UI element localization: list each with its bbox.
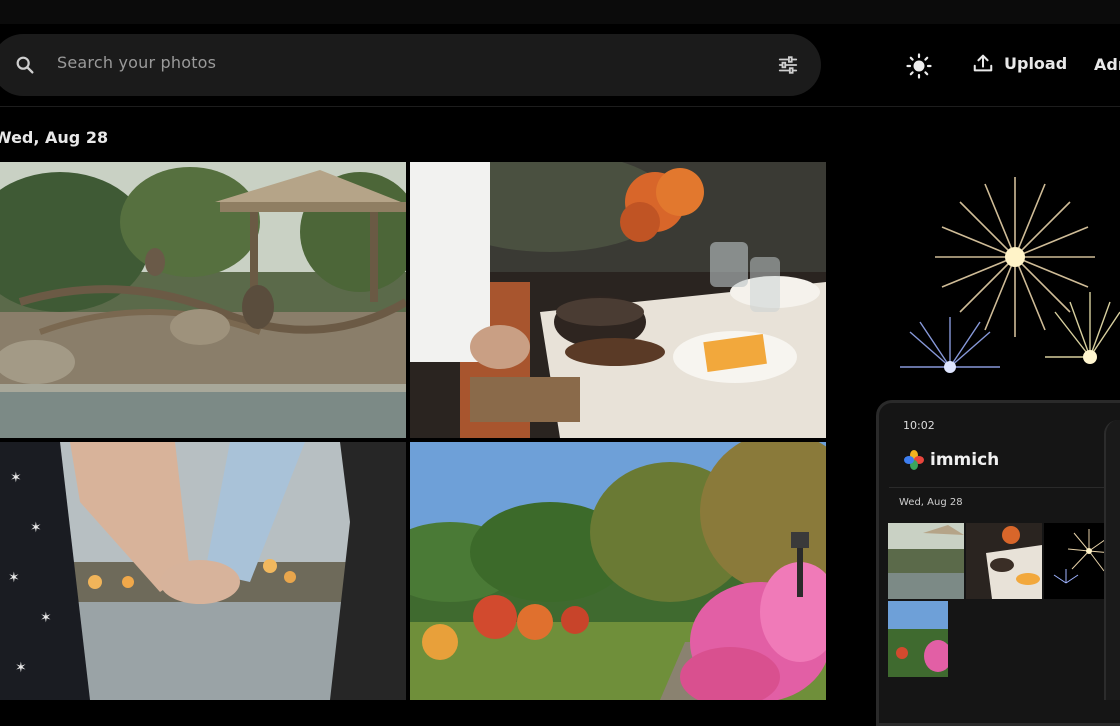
search-input[interactable]: Search your photos	[57, 53, 216, 72]
date-group-label: Wed, Aug 28	[0, 128, 109, 147]
svg-text:✶: ✶	[8, 570, 20, 586]
photo-zoo-image	[0, 162, 406, 438]
photo-tile-fireworks[interactable]	[830, 162, 1120, 400]
svg-text:✶: ✶	[10, 470, 22, 486]
photo-tile-zoo[interactable]	[0, 162, 406, 438]
search-icon[interactable]	[14, 54, 36, 76]
photo-tile-garden[interactable]	[410, 442, 826, 700]
phone-app-header: immich	[903, 449, 999, 471]
administration-link[interactable]: Adm	[1094, 55, 1120, 74]
svg-text:✶: ✶	[15, 660, 27, 676]
svg-text:✶: ✶	[40, 610, 52, 626]
search-bar[interactable]: Search your photos	[0, 34, 821, 96]
phone-mockup: 10:02 immich Wed, Aug 28	[876, 400, 1120, 726]
photo-fireworks-image	[830, 162, 1120, 400]
svg-text:✶: ✶	[30, 520, 42, 536]
second-device-edge	[1104, 420, 1120, 700]
upload-icon	[973, 54, 993, 72]
phone-date-label: Wed, Aug 28	[899, 497, 963, 508]
immich-logo-icon	[904, 450, 924, 470]
phone-status-time: 10:02	[903, 419, 935, 432]
photo-tile-couple[interactable]: ✶ ✶ ✶ ✶ ✶	[0, 442, 406, 700]
top-navigation: Search your photos Upload Adm	[0, 24, 1120, 107]
phone-thumb-dinner[interactable]	[966, 523, 1042, 599]
upload-label: Upload	[1004, 53, 1068, 73]
photo-dinner-image	[410, 162, 826, 438]
window-top-bar	[0, 0, 1120, 25]
phone-thumb-zoo[interactable]	[888, 523, 964, 599]
tune-icon[interactable]	[777, 54, 799, 76]
photo-garden-image	[410, 442, 826, 700]
phone-app-name: immich	[930, 450, 1000, 470]
photo-couple-image: ✶ ✶ ✶ ✶ ✶	[0, 442, 406, 700]
photo-tile-dinner[interactable]	[410, 162, 826, 438]
phone-thumb-garden[interactable]	[888, 601, 948, 677]
upload-button[interactable]: Upload	[972, 52, 1067, 74]
theme-sun-icon[interactable]	[906, 53, 932, 79]
phone-divider	[889, 487, 1120, 488]
